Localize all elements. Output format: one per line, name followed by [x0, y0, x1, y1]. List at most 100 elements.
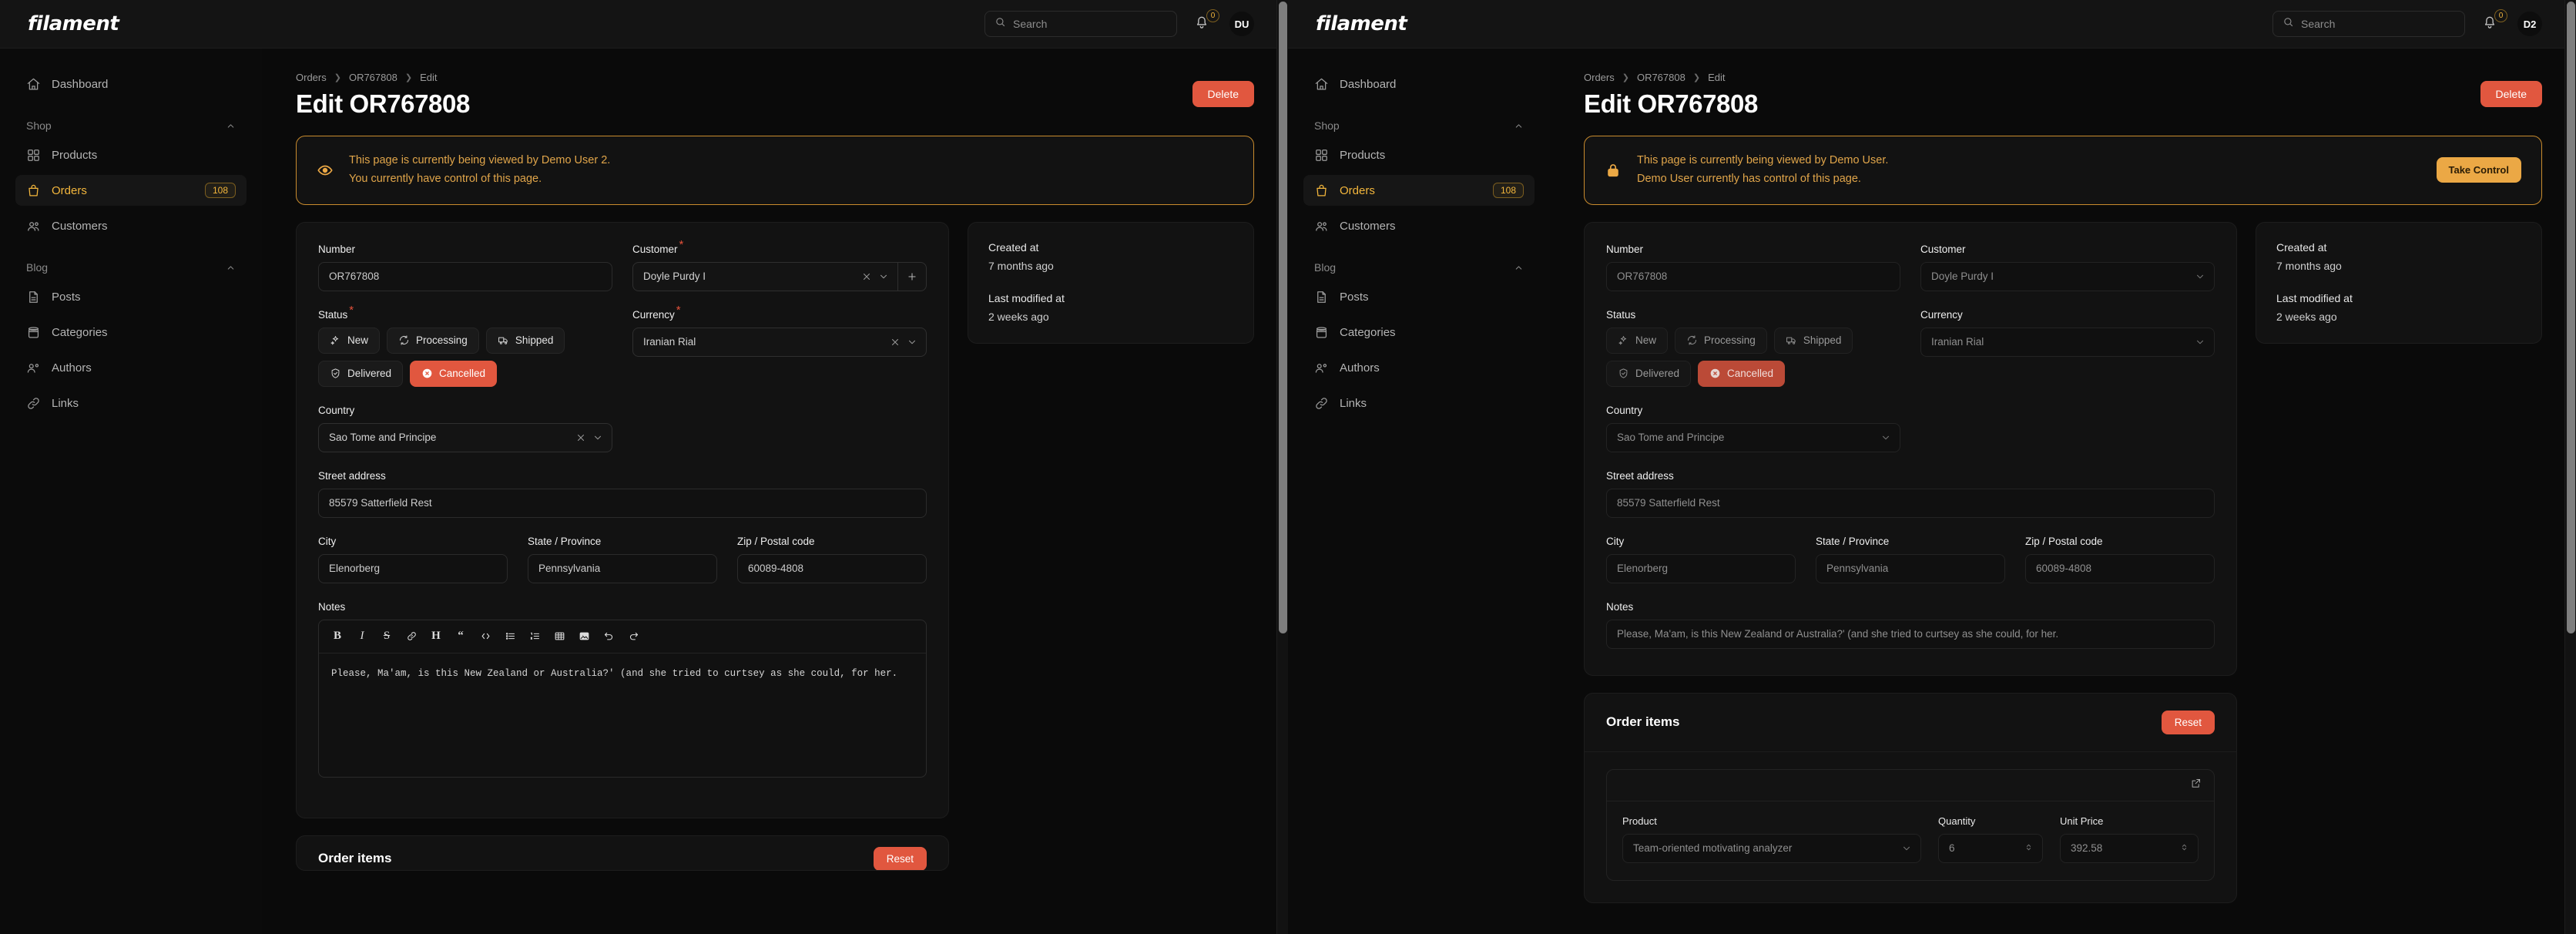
status-option-processing[interactable]: Processing	[387, 328, 479, 354]
sidebar-item-orders[interactable]: Orders 108	[1303, 175, 1535, 206]
sidebar-item-orders[interactable]: Orders 108	[15, 175, 247, 206]
search-input[interactable]: Search	[984, 11, 1177, 37]
bulleted-list-icon[interactable]	[499, 627, 521, 647]
avatar[interactable]: DU	[1229, 12, 1254, 36]
undo-icon[interactable]	[598, 627, 619, 647]
redo-icon[interactable]	[622, 627, 644, 647]
sidebar-item-products[interactable]: Products	[1303, 139, 1535, 170]
status-option-shipped[interactable]: Shipped	[486, 328, 565, 354]
search-input[interactable]: Search	[2272, 11, 2465, 37]
sidebar-item-posts[interactable]: Posts	[15, 281, 247, 312]
bold-icon[interactable]: B	[327, 627, 348, 647]
notes-readonly-field: Please, Ma'am, is this New Zealand or Au…	[1606, 620, 2215, 649]
sidebar-item-categories[interactable]: Categories	[15, 317, 247, 348]
numbered-list-icon[interactable]	[524, 627, 545, 647]
sidebar-item-dashboard[interactable]: Dashboard	[1303, 69, 1535, 99]
breadcrumb-item-orders[interactable]: Orders	[1584, 72, 1615, 83]
open-external-icon[interactable]	[2190, 778, 2202, 793]
chevron-down-icon[interactable]	[878, 271, 889, 282]
currency-select[interactable]: Iranian Rial	[632, 328, 927, 357]
field-label-notes: Notes	[1606, 601, 1633, 613]
sidebar-item-categories[interactable]: Categories	[1303, 317, 1535, 348]
order-item-row: Product Team-oriented motivating analyze…	[1606, 769, 2215, 881]
session-banner-line-1: This page is currently being viewed by D…	[349, 152, 1233, 170]
scrollbar-thumb[interactable]	[2567, 2, 2575, 633]
status-option-delivered[interactable]: Delivered	[318, 361, 403, 387]
sidebar-item-authors[interactable]: Authors	[1303, 352, 1535, 383]
chevron-down-icon	[2195, 271, 2205, 282]
clear-icon[interactable]	[890, 337, 901, 348]
link-icon[interactable]	[401, 627, 422, 647]
status-option-new[interactable]: New	[318, 328, 380, 354]
order-items-title: Order items	[318, 851, 391, 866]
customer-select[interactable]: Doyle Purdy I	[632, 262, 897, 291]
sidebar-item-authors[interactable]: Authors	[15, 352, 247, 383]
clear-icon[interactable]	[861, 271, 872, 282]
chevron-up-icon[interactable]	[1514, 263, 1524, 273]
chevron-down-icon[interactable]	[907, 337, 917, 348]
table-icon[interactable]	[548, 627, 570, 647]
sidebar-item-posts[interactable]: Posts	[1303, 281, 1535, 312]
breadcrumb-item-record[interactable]: OR767808	[349, 72, 397, 83]
clear-icon[interactable]	[575, 432, 586, 443]
sidebar-item-label: Dashboard	[1340, 78, 1524, 91]
currency-select: Iranian Rial	[1920, 328, 2215, 357]
notifications-button[interactable]: 0	[1194, 15, 1213, 33]
strikethrough-icon[interactable]: S	[376, 627, 397, 647]
sidebar-item-customers[interactable]: Customers	[15, 210, 247, 241]
sidebar-item-products[interactable]: Products	[15, 139, 247, 170]
sidebar-group-shop[interactable]: Shop	[15, 119, 247, 132]
country-select[interactable]: Sao Tome and Principe	[318, 423, 612, 452]
field-city: City Elenorberg	[318, 535, 508, 583]
chevron-up-icon[interactable]	[1514, 121, 1524, 131]
sidebar-item-dashboard[interactable]: Dashboard	[15, 69, 247, 99]
chevron-up-icon[interactable]	[226, 121, 236, 131]
delete-button[interactable]: Delete	[1192, 81, 1254, 107]
sidebar-group-blog[interactable]: Blog	[1303, 261, 1535, 274]
sidebar-item-links[interactable]: Links	[15, 388, 247, 418]
blockquote-icon[interactable]: “	[450, 627, 471, 647]
notes-rich-editor[interactable]: B I S H “	[318, 620, 927, 778]
delete-button[interactable]: Delete	[2480, 81, 2542, 107]
city-input[interactable]: Elenorberg	[318, 554, 508, 583]
sidebar-item-customers[interactable]: Customers	[1303, 210, 1535, 241]
code-icon[interactable]	[475, 627, 496, 647]
sidebar-group-blog[interactable]: Blog	[15, 261, 247, 274]
order-item-row-actions	[1607, 770, 2214, 801]
breadcrumb-item-record[interactable]: OR767808	[1637, 72, 1685, 83]
heading-icon[interactable]: H	[425, 627, 447, 647]
sidebar-group-shop[interactable]: Shop	[1303, 119, 1535, 132]
customer-combobox[interactable]: Doyle Purdy I	[632, 262, 927, 291]
zip-input[interactable]: 60089-4808	[737, 554, 927, 583]
take-control-button[interactable]: Take Control	[2437, 157, 2522, 183]
state-input[interactable]: Pennsylvania	[528, 554, 717, 583]
refresh-icon	[398, 334, 410, 346]
vertical-scrollbar[interactable]	[1276, 0, 1288, 934]
reset-button[interactable]: Reset	[874, 847, 927, 871]
notifications-button[interactable]: 0	[2482, 15, 2501, 33]
reset-button[interactable]: Reset	[2162, 711, 2215, 734]
vertical-scrollbar[interactable]	[2564, 0, 2576, 934]
image-icon[interactable]	[573, 627, 595, 647]
filament-logo: filament	[28, 12, 119, 35]
italic-icon[interactable]: I	[351, 627, 373, 647]
order-items-card: Order items Reset	[296, 835, 949, 871]
status-toggle-group: New Processing	[1606, 328, 1900, 387]
sidebar-item-links[interactable]: Links	[1303, 388, 1535, 418]
street-address-input[interactable]: 85579 Satterfield Rest	[318, 489, 927, 518]
scrollbar-thumb[interactable]	[1279, 2, 1287, 633]
breadcrumb-item-orders[interactable]: Orders	[296, 72, 327, 83]
avatar[interactable]: D2	[2517, 12, 2542, 36]
lock-icon	[1605, 162, 1622, 179]
truck-icon	[1786, 334, 1797, 346]
number-input[interactable]: OR767808	[318, 262, 612, 291]
add-customer-button[interactable]	[897, 262, 927, 291]
field-label-currency: Currency*	[632, 309, 681, 321]
page-content: Orders ❯ OR767808 ❯ Edit Edit OR767808 D…	[262, 49, 1288, 934]
notes-editor-body[interactable]: Please, Ma'am, is this New Zealand or Au…	[319, 653, 926, 777]
status-toggle-group: New Processing	[318, 328, 612, 387]
chevron-up-icon[interactable]	[226, 263, 236, 273]
field-country: Country Sao Tome and Principe	[318, 404, 612, 452]
chevron-down-icon[interactable]	[592, 432, 603, 443]
status-option-cancelled[interactable]: Cancelled	[410, 361, 497, 387]
